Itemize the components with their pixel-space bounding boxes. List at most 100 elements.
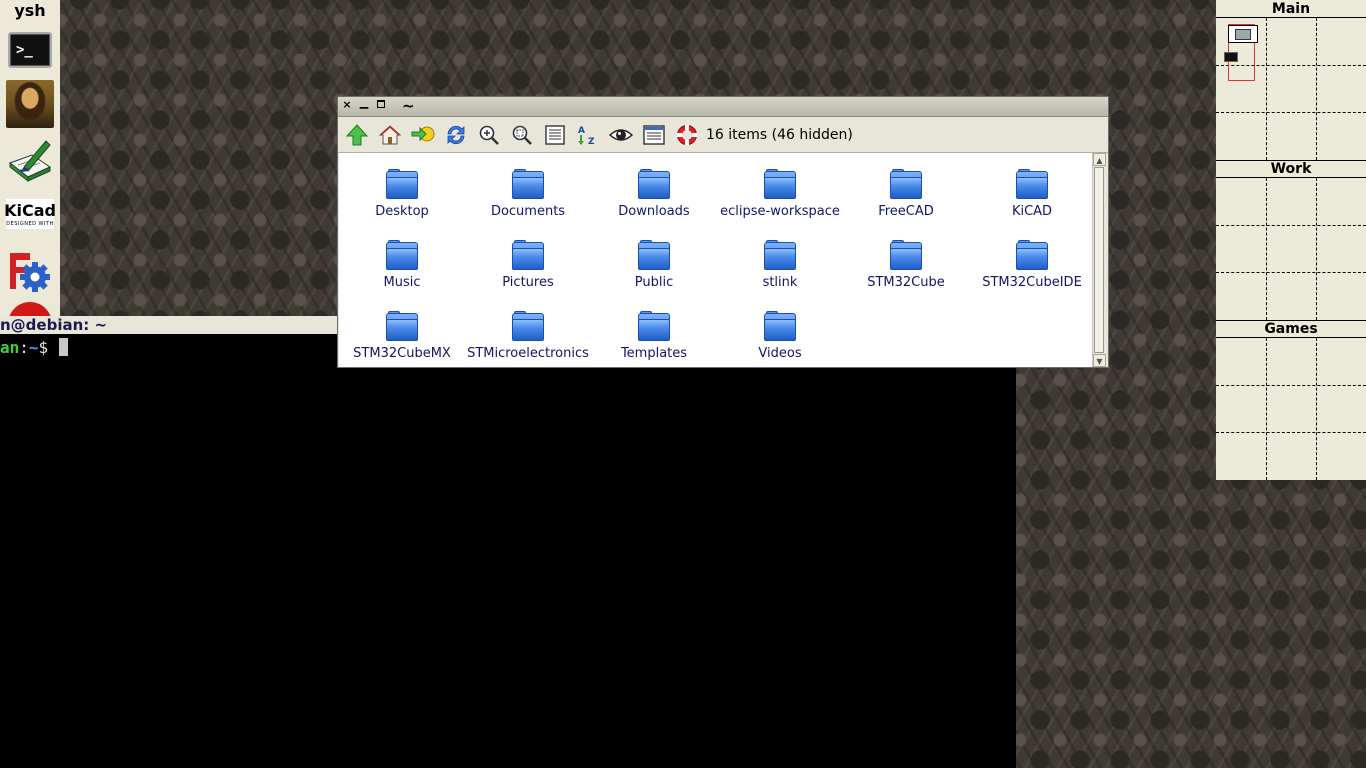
folder-item[interactable]: Videos [717,309,843,380]
refresh-icon [447,125,465,144]
scroll-down-arrow[interactable]: ▼ [1093,354,1106,367]
help-button[interactable] [674,122,700,148]
file-grid: Desktop Documents Downloads eclipse-workspa… [339,167,1095,380]
folder-icon [636,311,672,343]
folder-item[interactable]: Pictures [465,238,591,309]
folder-label: STMicroelectronics [467,346,589,361]
folder-item[interactable]: STM32Cube [843,238,969,309]
svg-text:Z: Z [588,137,595,147]
folder-label: Music [383,275,421,290]
file-list-area[interactable]: Desktop Documents Downloads eclipse-workspa… [339,153,1093,367]
desktop-work[interactable]: Work [1216,160,1366,320]
folder-icon [384,311,420,343]
folder-item[interactable]: Downloads [591,167,717,238]
folder-item[interactable]: Music [339,238,465,309]
status-text: 16 items (46 hidden) [706,126,853,143]
folder-icon [888,240,924,272]
desktop-main[interactable]: Main [1216,0,1366,160]
kicad-icon-subtext: DESIGNED WITH [6,221,54,227]
dock-image-viewer-button[interactable] [5,80,55,128]
dock-freecad-button[interactable] [5,248,55,296]
mona-lisa-icon [6,80,54,128]
folder-label: eclipse-workspace [720,204,840,219]
folder-item[interactable]: KiCAD [969,167,1095,238]
folder-label: KiCAD [1011,204,1053,219]
scrollbar-thumb[interactable] [1094,167,1104,353]
folder-item[interactable]: eclipse-workspace [717,167,843,238]
desktop-games[interactable]: Games [1216,320,1366,480]
folder-label: Downloads [618,204,690,219]
list-view-button[interactable] [641,122,667,148]
close-button[interactable]: × [341,99,353,111]
terminal-window[interactable]: n@debian: ~ an:~$ [0,316,1016,768]
details-view-button[interactable] [542,122,568,148]
folder-label: Videos [758,346,802,361]
file-manager-title: ~ [402,97,415,115]
folder-icon [384,169,420,201]
folder-item[interactable]: STM32CubeMX [339,309,465,380]
folder-label: Templates [620,346,688,361]
terminal-icon: >_ [8,32,52,68]
folder-item[interactable]: Documents [465,167,591,238]
kicad-icon: KiCad DESIGNED WITH [4,199,56,229]
scroll-up-arrow[interactable]: ▲ [1093,153,1106,166]
folder-label: FreeCAD [878,204,934,219]
folder-icon [1014,240,1050,272]
dock-text-editor-button[interactable] [5,136,55,184]
up-button[interactable] [344,122,370,148]
folder-icon [510,240,546,272]
vertical-scrollbar[interactable]: ▲ ▼ [1092,153,1106,367]
text-cursor [58,338,68,356]
folder-item[interactable]: STMicroelectronics [465,309,591,380]
kicad-icon-text: KiCad [4,201,56,220]
file-manager-toolbar: A Z 16 items (46 hidden) [338,117,1108,153]
folder-item[interactable]: STM32CubeIDE [969,238,1095,309]
folder-item[interactable]: Templates [591,309,717,380]
folder-label: Documents [490,204,566,219]
sort-button[interactable]: A Z [575,122,601,148]
folder-label: STM32Cube [867,275,945,290]
folder-item[interactable]: FreeCAD [843,167,969,238]
file-manager-titlebar[interactable]: × ▁ ~ [338,97,1108,117]
desktop-title: Games [1216,320,1366,338]
folder-label: STM32CubeMX [353,346,451,361]
dock-terminal-button[interactable]: >_ [5,26,55,74]
pen-notebook-icon [8,140,52,183]
folder-icon [636,169,672,201]
folder-item[interactable]: Desktop [339,167,465,238]
zoom-fit-icon [512,125,532,145]
desktop-title: Work [1216,160,1366,178]
go-button[interactable] [410,122,436,148]
red-circle-icon[interactable] [8,302,52,316]
terminal-title: n@debian: ~ [0,316,108,334]
folder-label: Public [634,275,674,290]
zoom-in-button[interactable] [476,122,502,148]
freecad-gear-icon [10,253,50,292]
refresh-button[interactable] [443,122,469,148]
folder-label: STM32CubeIDE [982,275,1082,290]
folder-item[interactable]: Public [591,238,717,309]
mini-window-terminal[interactable] [1224,52,1242,64]
folder-icon [510,311,546,343]
dock-title: ysh [14,1,46,20]
mini-window-file-manager[interactable] [1228,25,1258,43]
show-hidden-button[interactable] [608,122,634,148]
maximize-button[interactable] [375,99,387,111]
folder-icon [636,240,672,272]
file-manager-window[interactable]: × ▁ ~ A Z 16 items (46 hidden) Desktop D… [337,96,1109,368]
zoom-in-icon [479,125,499,145]
sort-az-icon: A Z [578,126,595,147]
dock-kicad-button[interactable]: KiCad DESIGNED WITH [4,190,56,238]
mini-terminal-icon [1224,52,1238,62]
terminal-icon-glyph: >_ [16,42,33,58]
minimize-button[interactable]: ▁ [358,97,370,109]
help-icon [677,124,697,145]
details-view-icon [545,124,565,145]
folder-label: Desktop [375,204,429,219]
home-button[interactable] [377,122,403,148]
prompt-user: an [0,338,20,357]
folder-item[interactable]: stlink [717,238,843,309]
zoom-fit-button[interactable] [509,122,535,148]
desktop-pager: Main Work Games [1216,0,1366,480]
prompt-path: ~ [28,338,39,357]
